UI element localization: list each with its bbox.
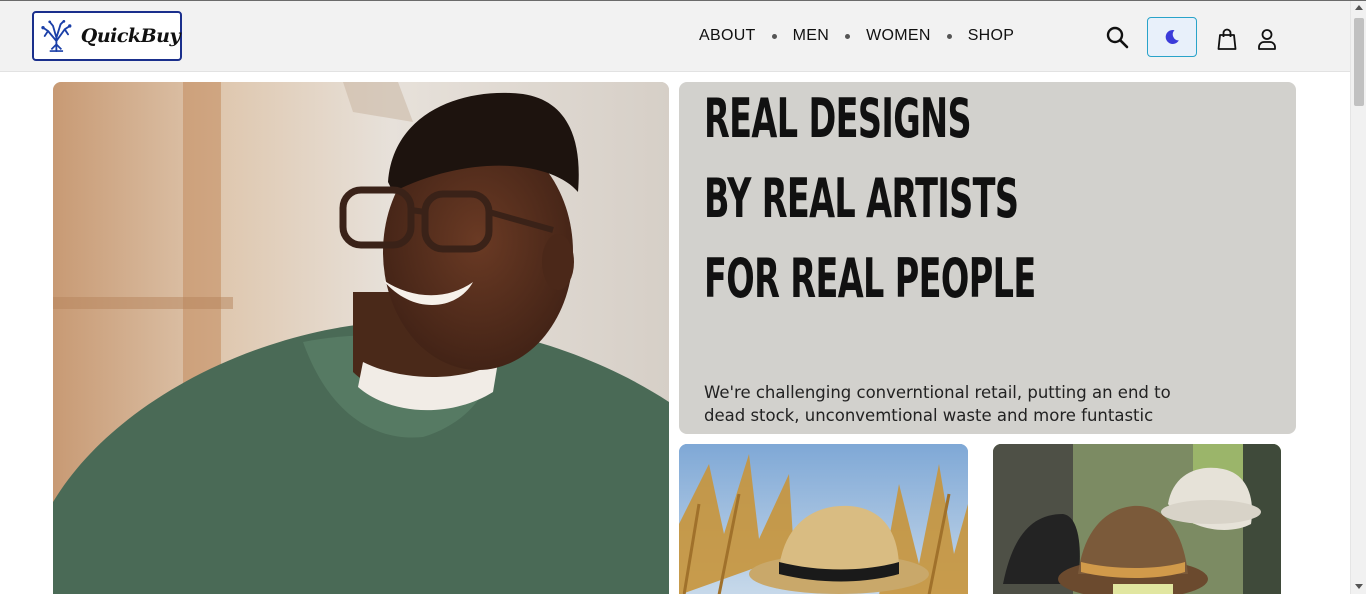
banner-description-line-1: We're challenging converntional retail, … bbox=[704, 383, 1171, 402]
search-icon bbox=[1106, 26, 1129, 49]
straw-hat-image bbox=[679, 444, 968, 594]
user-icon bbox=[1258, 29, 1276, 50]
banner-headline-2: BY REAL ARTISTS bbox=[704, 167, 1019, 230]
hero-image[interactable] bbox=[53, 82, 669, 594]
nav-shop[interactable]: SHOP bbox=[968, 27, 1015, 45]
shopping-bag-icon bbox=[1217, 28, 1237, 50]
main-nav: ABOUT MEN WOMEN SHOP bbox=[699, 25, 1014, 47]
hero-banner: REAL DESIGNS BY REAL ARTISTS FOR REAL PE… bbox=[679, 82, 1296, 434]
product-tile-hats[interactable] bbox=[993, 444, 1281, 594]
nav-men[interactable]: MEN bbox=[793, 27, 829, 45]
nav-about[interactable]: ABOUT bbox=[699, 27, 756, 45]
moon-icon bbox=[1165, 29, 1179, 44]
vertical-scrollbar[interactable] bbox=[1350, 1, 1366, 594]
hats-display-image bbox=[993, 444, 1281, 594]
site-header: QuickBuy ABOUT MEN WOMEN SHOP bbox=[0, 1, 1350, 72]
banner-description-line-2: dead stock, unconvemtional waste and mor… bbox=[704, 406, 1154, 425]
scroll-up-arrow-icon[interactable] bbox=[1355, 5, 1363, 10]
nav-separator bbox=[946, 33, 952, 39]
scroll-down-arrow-icon[interactable] bbox=[1355, 584, 1363, 589]
banner-description: We're challenging converntional retail, … bbox=[704, 381, 1204, 427]
page: QuickBuy ABOUT MEN WOMEN SHOP REAL DESIG… bbox=[0, 0, 1366, 594]
banner-headline-3: FOR REAL PEOPLE bbox=[704, 247, 1036, 310]
theme-toggle-button[interactable] bbox=[1147, 17, 1197, 57]
nav-separator bbox=[845, 33, 851, 39]
search-button[interactable] bbox=[1103, 23, 1131, 51]
nav-women[interactable]: WOMEN bbox=[866, 27, 931, 45]
cart-button[interactable] bbox=[1214, 25, 1240, 53]
nav-separator bbox=[771, 33, 777, 39]
tree-logo-icon bbox=[38, 19, 75, 53]
product-tile-straw-hat[interactable] bbox=[679, 444, 968, 594]
scrollbar-thumb[interactable] bbox=[1354, 18, 1364, 106]
banner-headline-1: REAL DESIGNS bbox=[704, 87, 972, 150]
brand-name: QuickBuy bbox=[80, 25, 181, 47]
hero-photo bbox=[53, 82, 669, 594]
account-button[interactable] bbox=[1254, 25, 1280, 53]
brand-logo[interactable]: QuickBuy bbox=[32, 11, 182, 61]
